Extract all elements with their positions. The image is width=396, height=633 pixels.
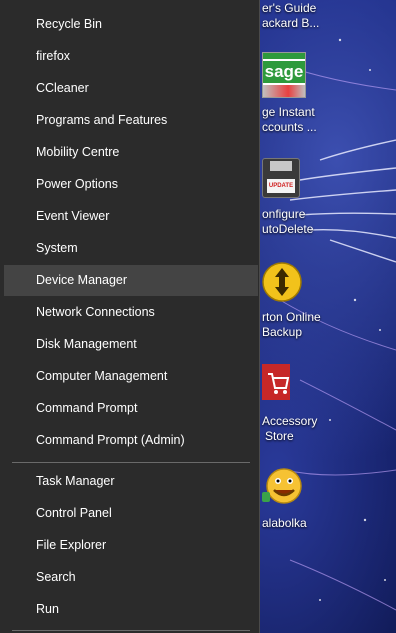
menu-item-run[interactable]: Run bbox=[4, 594, 258, 625]
menu-item-ccleaner[interactable]: CCleaner bbox=[4, 73, 258, 104]
desktop-icon-label-line1: alabolka bbox=[262, 516, 307, 530]
menu-item-command-prompt-admin[interactable]: Command Prompt (Admin) bbox=[4, 425, 258, 456]
menu-item-control-panel[interactable]: Control Panel bbox=[4, 498, 258, 529]
menu-item-computer-management[interactable]: Computer Management bbox=[4, 361, 258, 392]
shopping-cart-icon bbox=[262, 364, 290, 400]
desktop-icon-label-line2: ackard B... bbox=[262, 16, 320, 30]
menu-item-task-manager[interactable]: Task Manager bbox=[4, 466, 258, 497]
desktop-icon-label-line1: rton Online bbox=[262, 310, 321, 324]
menu-item-command-prompt[interactable]: Command Prompt bbox=[4, 393, 258, 424]
desktop-icon-label-line2: Store bbox=[265, 429, 294, 443]
desktop-icon-label-line1: onfigure bbox=[262, 207, 306, 221]
desktop-icon-norton-online-backup[interactable]: rton Online Backup bbox=[262, 260, 342, 342]
norton-backup-icon bbox=[262, 262, 302, 302]
menu-item-mobility-centre[interactable]: Mobility Centre bbox=[4, 137, 258, 168]
power-user-menu: Recycle Bin firefox CCleaner Programs an… bbox=[0, 0, 260, 633]
menu-separator-bottom bbox=[12, 630, 250, 631]
menu-item-event-viewer[interactable]: Event Viewer bbox=[4, 201, 258, 232]
update-badge: UPDATE bbox=[267, 179, 295, 193]
menu-item-system[interactable]: System bbox=[4, 233, 258, 264]
menu-item-network-connections[interactable]: Network Connections bbox=[4, 297, 258, 328]
desktop-icon-configure-autodelete[interactable]: UPDATE onfigure utoDelete bbox=[262, 156, 342, 238]
sage-logo: sage bbox=[263, 61, 305, 83]
menu-item-firefox[interactable]: firefox bbox=[4, 41, 258, 72]
desktop-icon-balabolka[interactable]: alabolka bbox=[262, 464, 342, 534]
desktop-icon-label-line1: Accessory bbox=[262, 414, 318, 428]
menu-item-programs-and-features[interactable]: Programs and Features bbox=[4, 105, 258, 136]
desktop-icon-sage-instant-accounts[interactable]: sage ge Instant ccounts ... bbox=[262, 52, 342, 136]
smiley-parrot-icon bbox=[262, 468, 302, 504]
menu-item-device-manager[interactable]: Device Manager bbox=[4, 265, 258, 296]
menu-separator bbox=[12, 462, 250, 463]
menu-item-disk-management[interactable]: Disk Management bbox=[4, 329, 258, 360]
menu-item-power-options[interactable]: Power Options bbox=[4, 169, 258, 200]
menu-item-file-explorer[interactable]: File Explorer bbox=[4, 530, 258, 561]
menu-item-recycle-bin[interactable]: Recycle Bin bbox=[4, 9, 258, 40]
desktop-icon-accessory-store[interactable]: Accessory Store bbox=[262, 362, 342, 446]
desktop-icon-label-line2: Backup bbox=[262, 325, 303, 339]
desktop-icon-label-line2: ccounts ... bbox=[262, 120, 317, 134]
desktop-icon-label-line2: utoDelete bbox=[262, 222, 314, 236]
sage-icon: sage bbox=[262, 52, 306, 98]
desktop-icon-label-line1: ge Instant bbox=[262, 105, 315, 119]
desktop-icon-label-line1: er's Guide bbox=[262, 1, 317, 15]
menu-item-search[interactable]: Search bbox=[4, 562, 258, 593]
floppy-disk-icon: UPDATE bbox=[262, 158, 300, 198]
desktop-icon-users-guide[interactable]: er's Guide ackard B... bbox=[262, 0, 342, 40]
